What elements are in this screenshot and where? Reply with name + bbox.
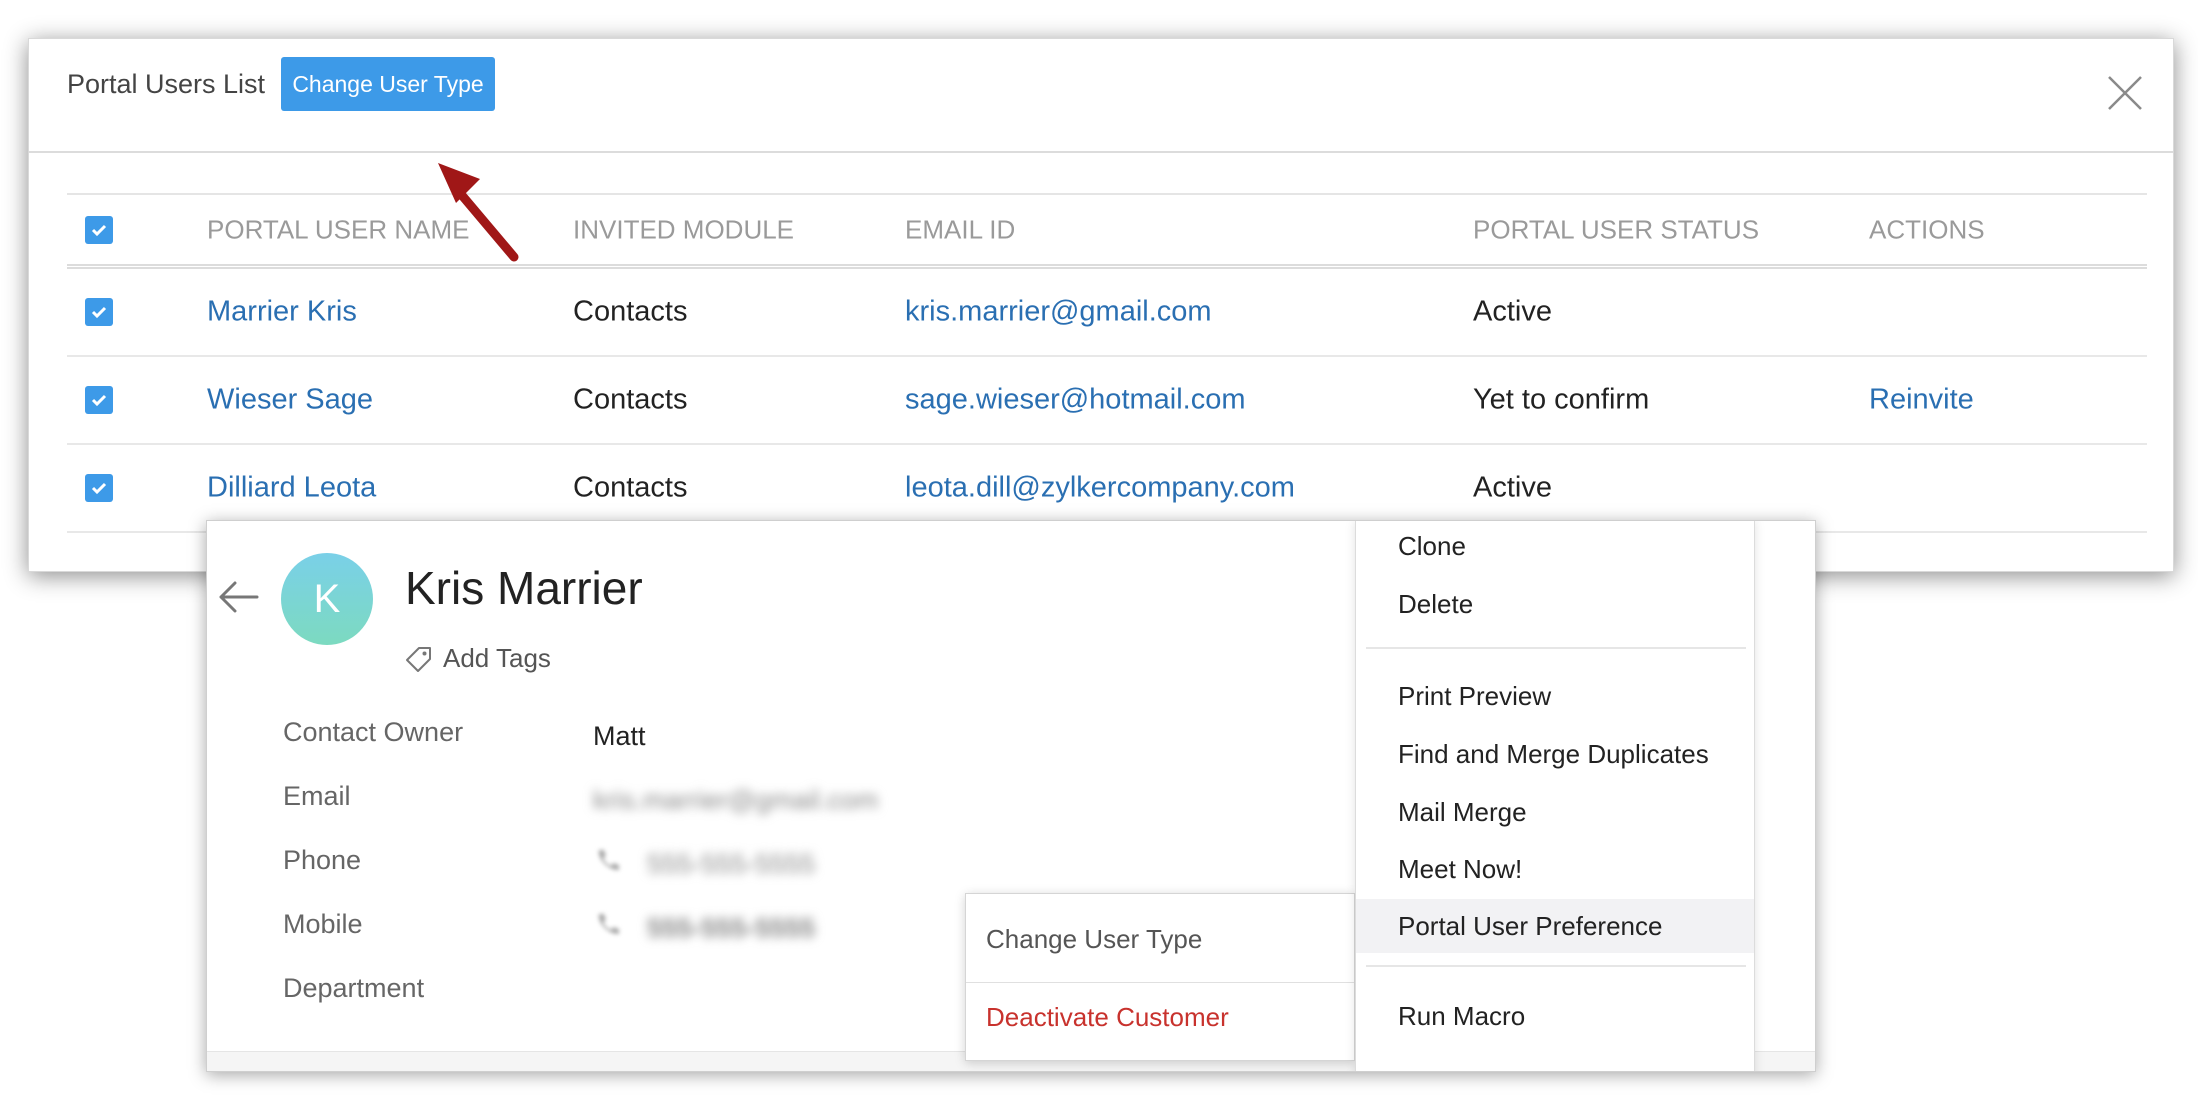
row-checkbox[interactable] <box>85 474 113 502</box>
more-actions-menu: Clone Delete Print Preview Find and Merg… <box>1355 521 1755 1071</box>
field-label-phone: Phone <box>283 845 362 875</box>
col-header-status[interactable]: PORTAL USER STATUS <box>1473 214 1759 245</box>
menu-divider <box>1366 647 1746 649</box>
mobile-icon <box>598 914 619 935</box>
submenu-deactivate-customer[interactable]: Deactivate Customer <box>986 1002 1229 1033</box>
menu-item-delete[interactable]: Delete <box>1356 577 1754 631</box>
portal-users-table: PORTAL USER NAME INVITED MODULE EMAIL ID… <box>67 193 2147 533</box>
phone-icon <box>598 850 619 871</box>
add-tags-button[interactable]: Add Tags <box>405 643 551 674</box>
user-status: Active <box>1473 295 1552 328</box>
col-header-actions: ACTIONS <box>1869 214 1985 244</box>
row-checkbox[interactable] <box>85 298 113 326</box>
field-value-email[interactable]: kris.marrier@gmail.com <box>593 785 878 816</box>
col-header-module[interactable]: INVITED MODULE <box>573 214 794 245</box>
close-icon[interactable] <box>2105 73 2145 113</box>
table-row: Marrier Kris Contacts kris.marrier@gmail… <box>67 269 2147 357</box>
email-link[interactable]: kris.marrier@gmail.com <box>905 296 1212 329</box>
table-header: PORTAL USER NAME INVITED MODULE EMAIL ID… <box>67 193 2147 269</box>
submenu-change-user-type[interactable]: Change User Type <box>986 924 1202 955</box>
modal-header: Portal Users List Change User Type <box>29 39 2173 153</box>
tag-icon <box>406 646 431 672</box>
field-label-mobile: Mobile <box>283 909 363 939</box>
reinvite-link[interactable]: Reinvite <box>1869 384 1974 417</box>
menu-item-clone[interactable]: Clone <box>1356 521 1754 573</box>
avatar-initial: K <box>313 576 341 621</box>
back-arrow-icon[interactable] <box>215 577 261 617</box>
field-value-mobile[interactable]: 555-555-5555 <box>647 913 815 944</box>
field-value-owner[interactable]: Matt <box>593 721 646 752</box>
col-header-email[interactable]: EMAIL ID <box>905 214 1015 245</box>
email-link[interactable]: sage.wieser@hotmail.com <box>905 384 1246 417</box>
portal-user-submenu: Change User Type Deactivate Customer <box>965 893 1355 1061</box>
user-name-link[interactable]: Marrier Kris <box>207 296 357 329</box>
email-link[interactable]: leota.dill@zylkercompany.com <box>905 472 1295 505</box>
select-all-checkbox[interactable] <box>85 215 113 244</box>
menu-item-print-preview[interactable]: Print Preview <box>1356 669 1754 723</box>
user-name-link[interactable]: Dilliard Leota <box>207 472 376 505</box>
modal-title: Portal Users List <box>67 69 266 99</box>
contact-name: Kris Marrier <box>405 562 643 614</box>
table-row: Wieser Sage Contacts sage.wieser@hotmail… <box>67 357 2147 445</box>
change-user-type-button[interactable]: Change User Type <box>281 57 495 111</box>
col-header-name[interactable]: PORTAL USER NAME <box>207 214 469 245</box>
user-status: Active <box>1473 471 1552 504</box>
menu-item-run-macro[interactable]: Run Macro <box>1356 989 1754 1043</box>
row-checkbox[interactable] <box>85 386 113 414</box>
user-status: Yet to confirm <box>1473 383 1650 416</box>
menu-item-portal-user-preference[interactable]: Portal User Preference <box>1356 899 1754 953</box>
invited-module: Contacts <box>573 471 688 504</box>
field-label-owner: Contact Owner <box>283 717 464 747</box>
invited-module: Contacts <box>573 383 688 416</box>
add-tags-label: Add Tags <box>443 643 551 673</box>
menu-item-mail-merge[interactable]: Mail Merge <box>1356 785 1754 839</box>
menu-item-meet-now[interactable]: Meet Now! <box>1356 842 1754 896</box>
user-name-link[interactable]: Wieser Sage <box>207 384 373 417</box>
field-value-phone[interactable]: 555-555-5555 <box>647 849 815 880</box>
menu-divider <box>1366 965 1746 967</box>
avatar: K <box>281 553 373 645</box>
field-label-email: Email <box>283 781 351 811</box>
contact-detail-panel: K Kris Marrier Add Tags Contact Owner Ma… <box>206 520 1816 1072</box>
menu-item-find-merge-duplicates[interactable]: Find and Merge Duplicates <box>1356 727 1754 781</box>
field-label-department: Department <box>283 973 425 1003</box>
portal-users-modal: Portal Users List Change User Type PORTA… <box>28 38 2174 572</box>
invited-module: Contacts <box>573 295 688 328</box>
submenu-divider <box>966 982 1354 983</box>
